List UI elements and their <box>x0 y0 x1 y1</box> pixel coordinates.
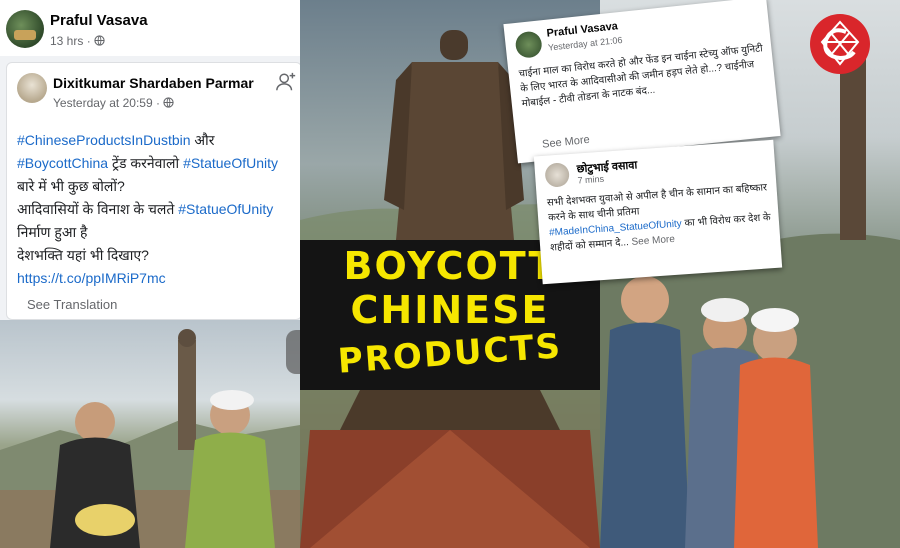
inset-2-avatar[interactable] <box>544 162 570 188</box>
author-avatar[interactable] <box>6 10 44 48</box>
shared-post-meta: Yesterday at 20:59 · <box>53 96 174 110</box>
dot-separator: · <box>86 34 95 48</box>
hashtag-chinese-products[interactable]: #ChineseProductsInDustbin <box>17 132 191 148</box>
post-meta: 13 hrs · <box>50 34 105 48</box>
text-fragment: आदिवासियों के विनाश के चलते <box>17 201 179 217</box>
inset-1-avatar[interactable] <box>514 30 543 59</box>
e-globe-logo <box>810 14 870 74</box>
see-translation-link[interactable]: See Translation <box>27 297 117 312</box>
workers-scene <box>0 329 300 548</box>
dot-separator: · <box>155 96 164 110</box>
inset-2-see-more[interactable]: See More <box>628 234 675 248</box>
post-header: Praful Vasava 13 hrs · <box>0 0 300 56</box>
hashtag-statue-of-unity-2[interactable]: #StatueOfUnity <box>178 201 273 217</box>
facebook-post-screenshot: Praful Vasava 13 hrs · Dixitkumar Sharda… <box>0 0 302 320</box>
inset-post-1[interactable]: Praful Vasava Yesterday at 21:06 चाईना म… <box>503 0 781 164</box>
globe-icon <box>94 35 105 46</box>
inset-2-author[interactable]: छोटुभाई वसावा <box>576 157 637 176</box>
carousel-scroll-arrow[interactable] <box>286 330 300 374</box>
workers-with-statue-photo <box>0 320 300 548</box>
headline-line-2: CHINESE <box>350 288 550 332</box>
inset-2-time[interactable]: 7 mins <box>577 174 604 186</box>
shared-author-avatar[interactable] <box>17 73 47 103</box>
headline-line-3: PRODUCTS <box>336 326 564 382</box>
text-line: बारे में भी कुछ बोलों? <box>17 178 125 194</box>
text-line: देशभक्ति यहां भी दिखाए? <box>17 247 149 263</box>
shared-post-card[interactable]: Dixitkumar Shardaben Parmar Yesterday at… <box>6 62 302 320</box>
post-link[interactable]: https://t.co/ppIMRiP7mc <box>17 270 166 286</box>
inset-post-2[interactable]: छोटुभाई वसावा 7 mins सभी देशभक्त युवाओ स… <box>533 139 783 285</box>
text-line: निर्माण हुआ है <box>17 224 88 240</box>
inset-2-text: सभी देशभक्त युवाओ से अपील है चीन के सामा… <box>547 180 777 256</box>
globe-icon <box>163 97 174 108</box>
author-name[interactable]: Praful Vasava <box>50 12 148 29</box>
add-friend-icon[interactable] <box>275 71 297 93</box>
inset-1-see-more[interactable]: See More <box>542 134 591 151</box>
text-fragment: ट्रेंड करनेवालो <box>108 155 184 171</box>
post-time[interactable]: 13 hrs <box>50 34 83 48</box>
shared-author-name[interactable]: Dixitkumar Shardaben Parmar <box>53 75 254 91</box>
shared-post-time[interactable]: Yesterday at 20:59 <box>53 96 153 110</box>
hashtag-statue-of-unity[interactable]: #StatueOfUnity <box>183 155 278 171</box>
shared-post-text: #ChineseProductsInDustbin और #BoycottChi… <box>17 129 297 290</box>
hashtag-boycott-china[interactable]: #BoycottChina <box>17 155 108 171</box>
text-fragment: और <box>190 132 215 148</box>
